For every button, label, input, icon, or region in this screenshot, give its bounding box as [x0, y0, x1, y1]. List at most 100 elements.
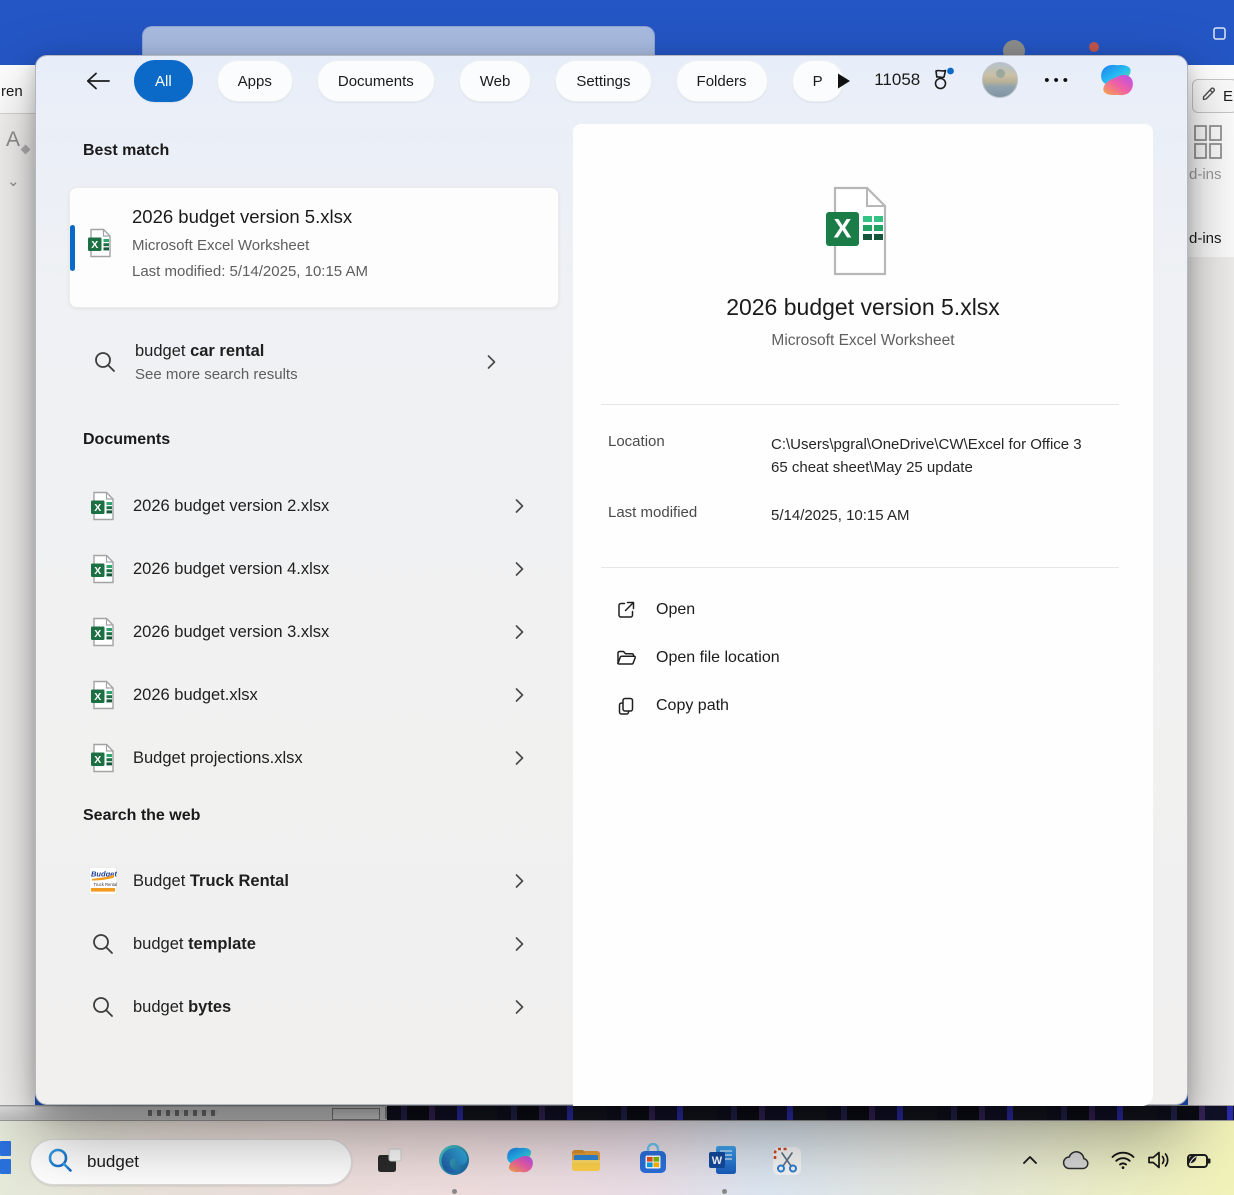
query-prefix: budget	[135, 342, 190, 360]
query-prefix: Budget	[133, 872, 190, 890]
last-modified-value: 5/14/2025, 10:15 AM	[771, 504, 909, 527]
best-match-title: 2026 budget version 5.xlsx	[132, 206, 352, 228]
documents-heading: Documents	[83, 431, 170, 449]
word-running-indicator	[722, 1189, 727, 1194]
location-value: C:\Users\pgral\OneDrive\CW\Excel for Off…	[771, 433, 1083, 479]
wifi-icon[interactable]	[1110, 1150, 1136, 1170]
file-action-label: Copy path	[656, 697, 729, 715]
volume-icon[interactable]	[1146, 1149, 1172, 1171]
copilot-taskbar-icon[interactable]	[503, 1143, 537, 1177]
copilot-icon[interactable]	[1096, 59, 1138, 101]
web-results-list: BudgetTruck Rental Budget Truck Rental b…	[69, 856, 559, 1032]
tray-chevron-up-icon[interactable]	[1019, 1150, 1041, 1170]
maximize-icon[interactable]	[1213, 27, 1227, 46]
document-row[interactable]: X 2026 budget version 4.xlsx	[69, 544, 559, 594]
word-icon[interactable]: W	[706, 1143, 740, 1177]
edge-running-indicator	[452, 1189, 457, 1194]
tabs-overflow-button[interactable]	[831, 69, 857, 95]
web-result-row[interactable]: budget bytes	[69, 982, 559, 1032]
svg-text:W: W	[712, 1155, 723, 1167]
start-button-icon[interactable]	[0, 1159, 11, 1174]
user-avatar[interactable]	[982, 62, 1018, 98]
excel-icon: X	[89, 491, 117, 521]
document-name: 2026 budget.xlsx	[133, 686, 258, 705]
file-action-label: Open	[656, 601, 695, 619]
chevron-right-icon[interactable]	[507, 995, 531, 1019]
editing-button-fragment[interactable]: E	[1192, 79, 1234, 113]
document-row[interactable]: X 2026 budget version 3.xlsx	[69, 607, 559, 657]
excel-icon: X	[89, 680, 117, 710]
start-button-icon[interactable]	[0, 1141, 11, 1156]
search-the-web-heading: Search the web	[83, 807, 200, 825]
excel-status-ticks	[148, 1110, 218, 1116]
header-right-cluster: 11058 •••	[874, 59, 1138, 101]
preview-panel: X 2026 budget version 5.xlsx Microsoft E…	[573, 124, 1153, 1106]
rewards-icon[interactable]	[928, 66, 956, 94]
document-name: 2026 budget version 2.xlsx	[133, 497, 329, 516]
preview-title: 2026 budget version 5.xlsx	[573, 294, 1153, 321]
add-ins-label[interactable]: d-ins	[1189, 230, 1222, 247]
search-filter-tab[interactable]: Settings	[555, 60, 651, 102]
document-row[interactable]: X Budget projections.xlsx	[69, 733, 559, 783]
snipping-tool-icon[interactable]	[770, 1144, 804, 1178]
play-icon	[836, 72, 852, 93]
web-result-row[interactable]: budget template	[69, 919, 559, 969]
document-row[interactable]: X 2026 budget.xlsx	[69, 670, 559, 720]
onedrive-cloud-icon[interactable]	[1062, 1149, 1092, 1171]
more-options-button[interactable]: •••	[1044, 72, 1072, 89]
search-filter-tab[interactable]: Folders	[676, 60, 768, 102]
task-view-button[interactable]	[372, 1144, 406, 1178]
query-bold: bytes	[188, 998, 231, 1016]
excel-status-box	[332, 1108, 380, 1120]
chevron-right-icon[interactable]	[479, 350, 503, 379]
search-icon	[45, 1145, 75, 1180]
battery-saver-icon[interactable]	[1185, 1147, 1213, 1173]
file-actions: Open Open file location Copy path	[573, 586, 1153, 730]
taskbar-search-box[interactable]: budget	[30, 1139, 352, 1185]
search-filter-tab[interactable]: Apps	[217, 60, 293, 102]
folder-icon	[614, 647, 638, 669]
search-filter-tab[interactable]: All	[134, 60, 193, 102]
file-action-row[interactable]: Copy path	[573, 682, 1153, 730]
svg-text:X: X	[94, 502, 101, 514]
microsoft-store-icon[interactable]	[636, 1143, 670, 1177]
chevron-right-icon[interactable]	[507, 932, 531, 956]
excel-file-icon-large: X	[825, 185, 889, 282]
svg-text:X: X	[94, 565, 101, 577]
search-icon	[89, 931, 117, 957]
last-modified-label: Last modified	[608, 504, 697, 521]
chevron-right-icon[interactable]	[507, 683, 531, 707]
chevron-right-icon[interactable]	[507, 557, 531, 581]
chevron-right-icon[interactable]	[507, 746, 531, 770]
excel-sheet-right-edge	[1188, 257, 1234, 1105]
font-tool-icon: A	[6, 128, 20, 152]
tab-label: Folders	[697, 73, 747, 90]
file-explorer-icon[interactable]	[569, 1143, 603, 1177]
tab-label: Apps	[238, 73, 272, 90]
chevron-right-icon[interactable]	[507, 494, 531, 518]
add-ins-grid-icon[interactable]	[1193, 124, 1223, 165]
tab-label: Web	[480, 73, 511, 90]
file-action-row[interactable]: Open	[573, 586, 1153, 634]
query-bold: Truck Rental	[190, 872, 289, 890]
search-filter-tab[interactable]: Web	[459, 60, 532, 102]
ribbon-text-fragment: ren	[1, 83, 23, 100]
divider	[601, 404, 1119, 405]
excel-file-icon: X	[87, 228, 113, 263]
rewards-points: 11058	[874, 70, 920, 90]
document-row[interactable]: X 2026 budget version 2.xlsx	[69, 481, 559, 531]
web-result-row[interactable]: BudgetTruck Rental Budget Truck Rental	[69, 856, 559, 906]
excel-notification-dot-fragment	[1089, 42, 1099, 52]
best-match-result[interactable]: X 2026 budget version 5.xlsx Microsoft E…	[69, 187, 559, 308]
edge-browser-icon[interactable]	[437, 1143, 471, 1177]
back-button[interactable]	[80, 64, 116, 100]
dropdown-caret-icon: ⌄	[7, 172, 20, 190]
see-more-search-results[interactable]: budget car rental See more search result…	[69, 328, 559, 396]
open-icon	[614, 599, 638, 621]
back-arrow-icon	[85, 70, 111, 95]
file-action-row[interactable]: Open file location	[573, 634, 1153, 682]
query-bold: car rental	[190, 342, 264, 360]
chevron-right-icon[interactable]	[507, 620, 531, 644]
chevron-right-icon[interactable]	[507, 869, 531, 893]
search-filter-tab[interactable]: Documents	[317, 60, 435, 102]
